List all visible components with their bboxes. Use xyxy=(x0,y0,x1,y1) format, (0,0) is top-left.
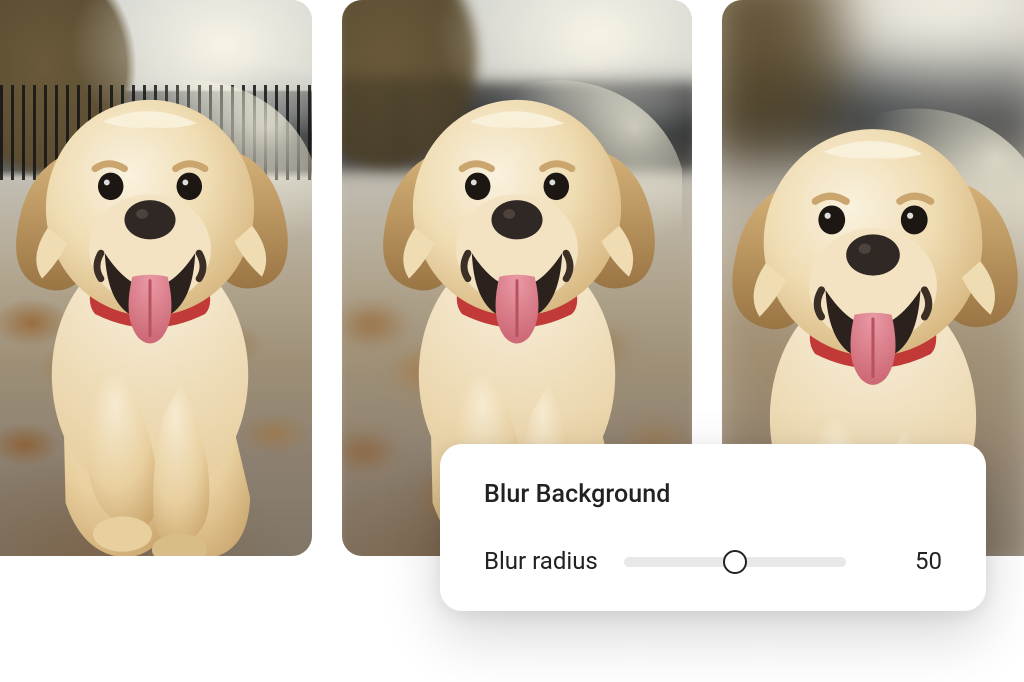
blur-radius-row: Blur radius 50 xyxy=(484,547,942,575)
subject-dog xyxy=(0,56,312,556)
blur-radius-value: 50 xyxy=(898,547,942,575)
slider-thumb[interactable] xyxy=(723,550,747,574)
blur-radius-label: Blur radius xyxy=(484,547,598,575)
panel-title: Blur Background xyxy=(484,480,942,509)
blur-radius-slider[interactable] xyxy=(624,550,846,574)
blur-controls-panel: Blur Background Blur radius 50 xyxy=(440,444,986,611)
preview-tile-original xyxy=(0,0,312,556)
